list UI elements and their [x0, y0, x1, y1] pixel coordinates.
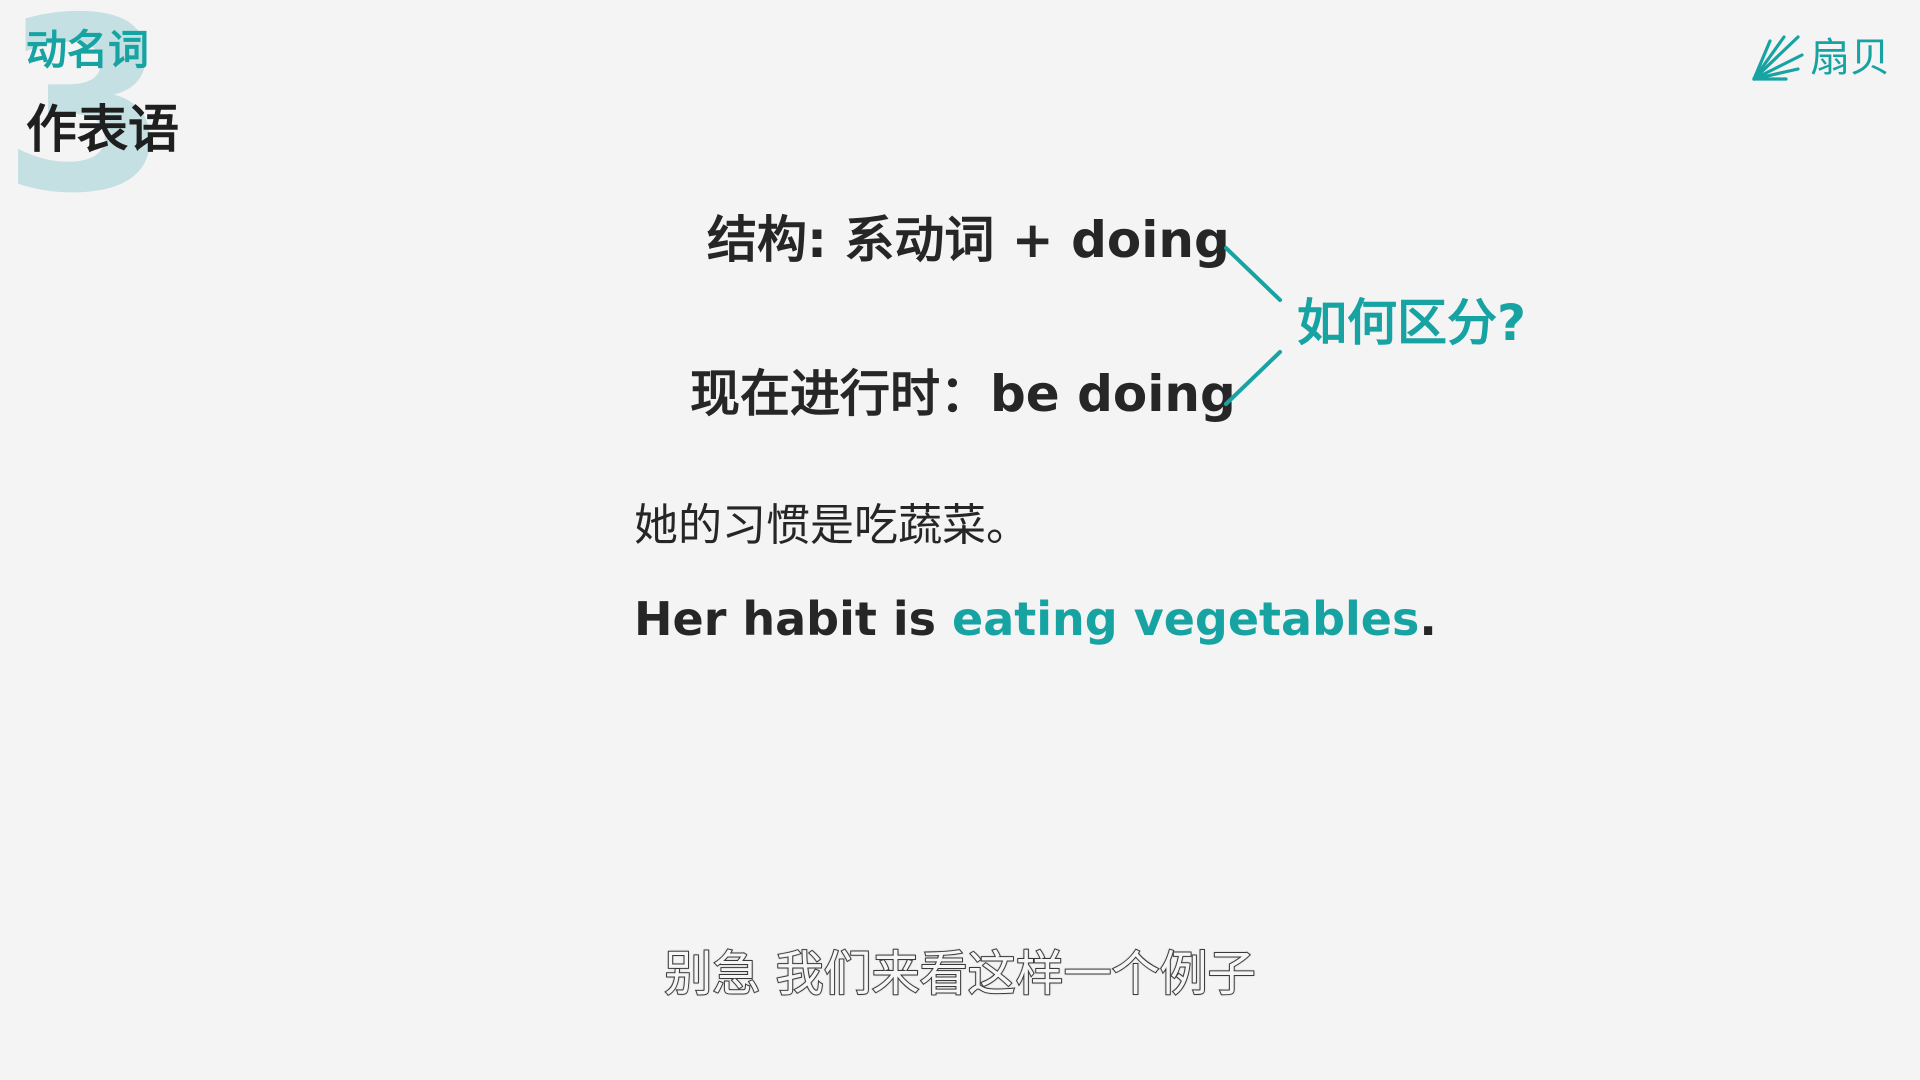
- chapter-topic: 动名词: [26, 26, 149, 74]
- bracket-upper-line: [1224, 246, 1282, 302]
- example-sentence-chinese: 她的习惯是吃蔬菜。: [634, 500, 1030, 551]
- example-english-highlight: eating vegetables: [952, 592, 1420, 646]
- shell-logo-icon: [1748, 33, 1806, 83]
- gerund-structure-rule: 结构: 系动词 + doing: [707, 211, 1230, 269]
- brand-logo: 扇贝: [1748, 30, 1890, 86]
- example-english-prefix: Her habit is: [634, 592, 953, 646]
- how-to-distinguish-label: 如何区分?: [1297, 294, 1527, 352]
- brand-name: 扇贝: [1810, 35, 1890, 81]
- example-english-suffix: .: [1419, 592, 1437, 646]
- video-subtitle: 别急 我们来看这样一个例子: [663, 945, 1256, 1003]
- example-sentence-english: Her habit is eating vegetables.: [634, 592, 1437, 647]
- progressive-tense-rule: 现在进行时：be doing: [690, 365, 1236, 423]
- chapter-subtopic: 作表语: [26, 101, 180, 160]
